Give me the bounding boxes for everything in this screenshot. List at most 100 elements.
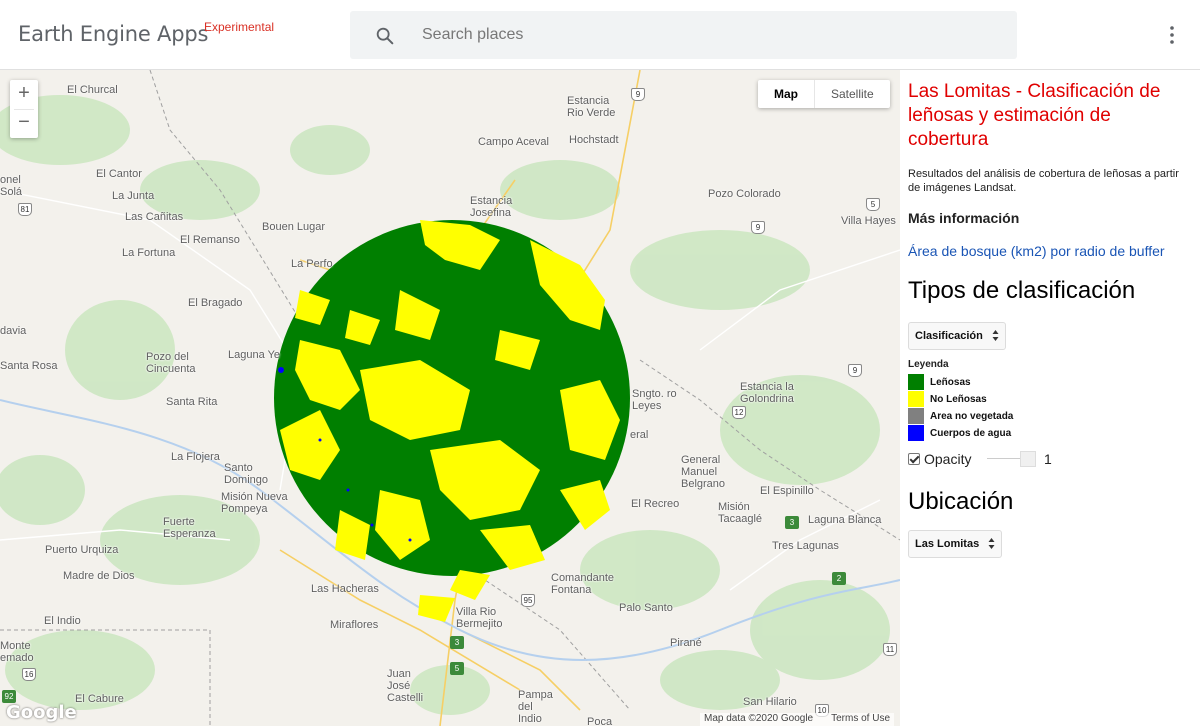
place-label: General Manuel Belgrano xyxy=(681,454,726,490)
app-header: Earth Engine Apps Experimental xyxy=(0,0,1200,70)
more-vert-icon[interactable] xyxy=(1163,25,1181,45)
place-label: onel Solá xyxy=(0,174,23,198)
place-label: Monte emado xyxy=(0,640,34,664)
location-heading: Ubicación xyxy=(908,488,1014,515)
legend-label: Leñosas xyxy=(930,376,971,388)
legend-item: Area no vegetada xyxy=(908,408,1013,424)
app-brand[interactable]: Earth Engine Apps xyxy=(18,22,208,46)
place-label: Estancia Rio Verde xyxy=(567,95,616,119)
opacity-checkbox[interactable] xyxy=(908,453,920,465)
map-attribution: Map data ©2020 Google Terms of Use xyxy=(700,713,895,726)
place-label: Palo Santo xyxy=(619,602,673,614)
opacity-value: 1 xyxy=(1044,451,1052,467)
route-shield: 3 xyxy=(785,516,799,529)
place-label: Santa Rosa xyxy=(0,360,58,372)
place-label: Las Hacheras xyxy=(311,583,379,595)
place-label: Juan José Castelli xyxy=(387,668,424,704)
map-type-control: Map Satellite xyxy=(758,80,890,108)
map-type-map-button[interactable]: Map xyxy=(758,80,815,108)
classification-select[interactable]: Clasificación xyxy=(908,322,1006,350)
search-input[interactable] xyxy=(422,11,1002,59)
opacity-slider-thumb[interactable] xyxy=(1020,451,1036,467)
place-label: El Indio xyxy=(44,615,81,627)
place-label: La Perfo xyxy=(291,258,333,270)
place-label: Poca xyxy=(587,716,613,726)
legend-item: Cuerpos de agua xyxy=(908,425,1011,441)
place-label: El Churcal xyxy=(67,84,118,96)
zoom-in-button[interactable]: + xyxy=(10,80,38,109)
terms-link[interactable]: Terms of Use xyxy=(831,713,890,724)
route-shield: 81 xyxy=(18,203,32,216)
place-label: davia xyxy=(0,325,27,337)
place-label: Bouen Lugar xyxy=(262,221,325,233)
legend-item: Leñosas xyxy=(908,374,971,390)
location-select[interactable]: Las Lomitas xyxy=(908,530,1003,558)
place-label: Villa Rio Bermejito xyxy=(456,606,503,630)
place-label: Campo Aceval xyxy=(478,136,549,148)
route-shield: 9 xyxy=(751,221,765,234)
classification-select-value: Clasificación xyxy=(915,330,983,342)
place-label: El Cantor xyxy=(96,168,142,180)
place-label: Tres Lagunas xyxy=(772,540,839,552)
legend-swatch xyxy=(908,408,924,424)
route-shield: 9 xyxy=(631,88,645,101)
place-label: El Recreo xyxy=(631,498,680,510)
route-shield: 5 xyxy=(866,198,880,211)
side-panel: Las Lomitas - Clasificación de leñosas y… xyxy=(900,70,1200,726)
place-label: Estancia Josefina xyxy=(470,195,513,219)
place-label: Hochstadt xyxy=(569,134,619,146)
place-label: Pirané xyxy=(670,637,702,649)
zoom-out-button[interactable]: − xyxy=(10,109,38,138)
place-label: San Hilario xyxy=(743,696,797,708)
place-label: La Junta xyxy=(112,190,155,202)
route-shield: 95 xyxy=(521,594,535,607)
forest-area-link[interactable]: Área de bosque (km2) por radio de buffer xyxy=(908,243,1165,259)
opacity-label: Opacity xyxy=(924,451,972,467)
place-label: Fuerte Esperanza xyxy=(163,516,216,540)
place-label: El Cabure xyxy=(75,693,124,705)
place-label: Misión Nueva Pompeya xyxy=(221,491,288,515)
experimental-badge: Experimental xyxy=(204,20,275,34)
place-label: La Fortuna xyxy=(122,247,176,259)
panel-description: Resultados del análisis de cobertura de … xyxy=(908,168,1179,194)
legend-label: Cuerpos de agua xyxy=(930,427,1012,439)
zoom-divider xyxy=(14,109,34,110)
legend-title: Leyenda xyxy=(908,359,949,370)
place-label: Madre de Dios xyxy=(63,570,135,582)
place-label: El Espinillo xyxy=(760,485,814,497)
place-label: Misión Tacaaglé xyxy=(718,501,763,525)
place-label: Laguna Blanca xyxy=(808,514,882,526)
location-select-value: Las Lomitas xyxy=(915,538,980,550)
opacity-control: Opacity xyxy=(908,450,971,468)
place-label: Villa Hayes xyxy=(841,215,896,227)
route-shield: 3 xyxy=(450,636,464,649)
route-shield: 2 xyxy=(832,572,846,585)
map-canvas[interactable]: El Churcal Estancia Rio Verde Hochstadt … xyxy=(0,70,900,726)
place-label: Las Cañitas xyxy=(125,211,184,223)
route-shield: 5 xyxy=(450,662,464,675)
select-arrows-icon xyxy=(988,538,995,549)
legend-swatch xyxy=(908,374,924,390)
map-type-satellite-button[interactable]: Satellite xyxy=(815,80,890,108)
route-shield: 11 xyxy=(883,643,897,656)
place-label: La Flojera xyxy=(171,451,220,463)
legend-label: No Leñosas xyxy=(930,393,987,405)
zoom-control: + − xyxy=(10,80,38,138)
google-logo: Google xyxy=(6,702,77,723)
place-label: Sngto. ro Leyes xyxy=(632,388,677,412)
route-shield: 9 xyxy=(848,364,862,377)
attribution-text: Map data ©2020 Google xyxy=(704,713,814,724)
classification-heading: Tipos de clasificación xyxy=(908,277,1136,304)
place-label: Pozo del Cincuenta xyxy=(146,351,196,375)
place-label: El Remanso xyxy=(180,234,240,246)
place-label: Comandante Fontana xyxy=(551,572,614,596)
legend-label: Area no vegetada xyxy=(930,410,1014,422)
legend-item: No Leñosas xyxy=(908,391,987,407)
search-bar[interactable] xyxy=(350,11,1017,59)
more-info-heading: Más información xyxy=(908,210,1020,226)
legend-swatch xyxy=(908,391,924,407)
place-label: Pozo Colorado xyxy=(708,188,781,200)
place-label: Santo Domingo xyxy=(224,462,269,486)
place-label: Pampa del Indio xyxy=(518,689,553,725)
search-icon[interactable] xyxy=(374,25,396,47)
